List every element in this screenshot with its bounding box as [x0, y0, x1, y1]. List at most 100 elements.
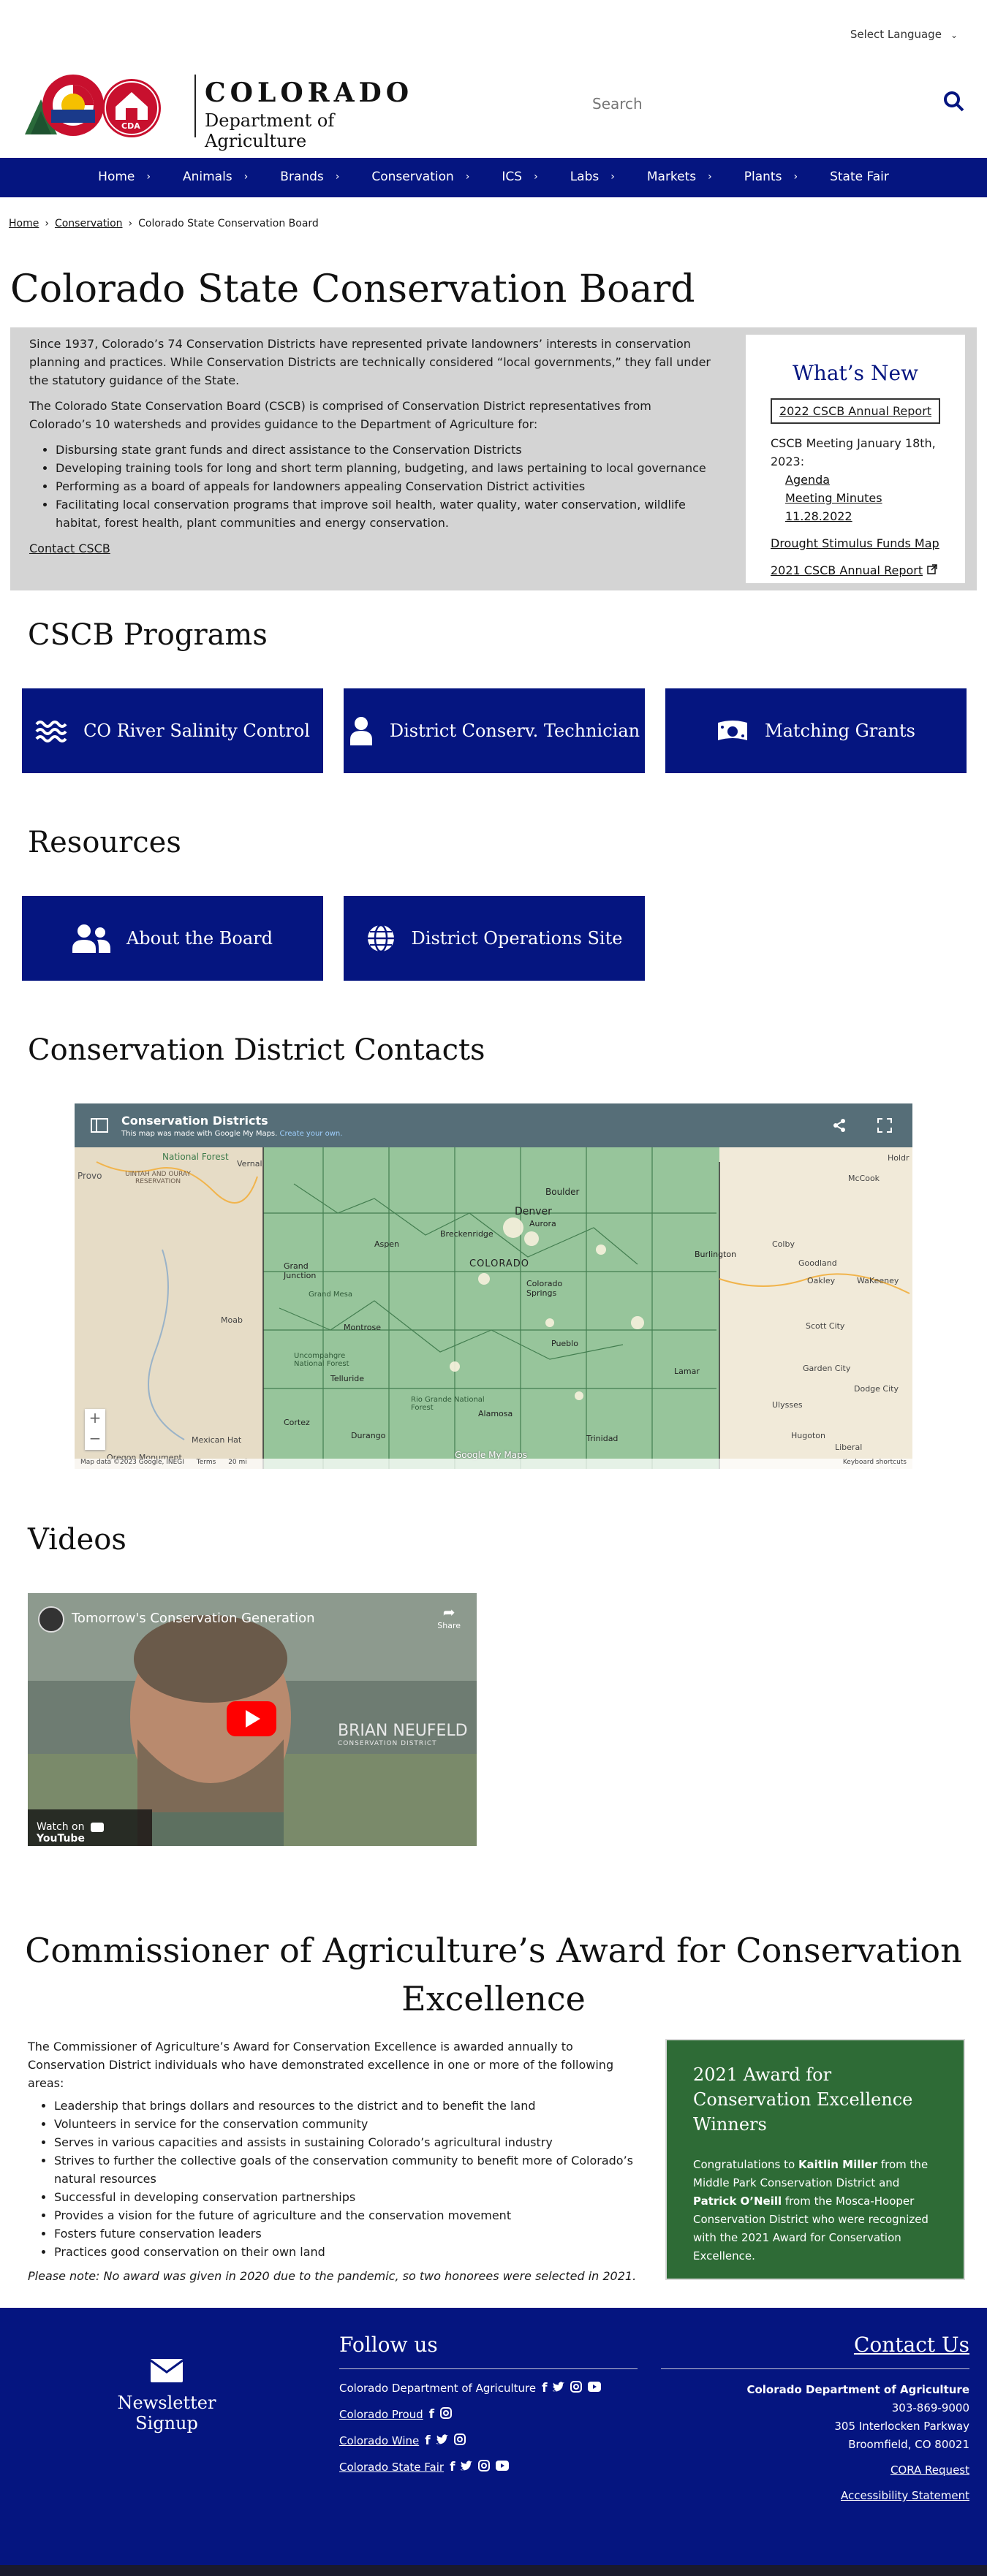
share-icon[interactable] — [832, 1118, 847, 1136]
annual-report-2021-link[interactable]: 2021 CSCB Annual Report — [771, 561, 923, 580]
meeting-minutes-link[interactable]: Meeting Minutes 11.28.2022 — [785, 489, 940, 525]
breadcrumb-home[interactable]: Home — [9, 218, 39, 229]
list-item: Volunteers in service for the conservati… — [54, 2115, 642, 2133]
award-intro: The Commissioner of Agriculture’s Award … — [28, 2040, 614, 2090]
annual-report-2022-button[interactable]: 2022 CSCB Annual Report — [771, 398, 940, 424]
contact-title: Contact Us — [661, 2333, 969, 2369]
contact-us-link[interactable]: Contact Us — [854, 2333, 969, 2357]
resource-card-about-board[interactable]: About the Board — [22, 896, 323, 981]
twitter-icon[interactable] — [553, 2382, 565, 2395]
list-item: Disbursing state grant funds and direct … — [56, 441, 716, 459]
newsletter-label: Newsletter Signup — [117, 2393, 216, 2433]
resource-card-operations[interactable]: District Operations Site — [344, 896, 645, 981]
map-label: Grand Junction — [284, 1261, 317, 1280]
social-row-proud: Colorado Proud f — [339, 2407, 638, 2422]
program-card-label: District Conserv. Technician — [389, 721, 640, 741]
nav-item-ics[interactable]: ICS › — [502, 170, 537, 184]
channel-avatar[interactable] — [38, 1606, 64, 1633]
twitter-icon[interactable] — [436, 2434, 448, 2447]
whats-new-panel: What’s New 2022 CSCB Annual Report CSCB … — [746, 335, 965, 583]
language-label: Select Language — [850, 28, 942, 41]
instagram-icon[interactable] — [570, 2381, 583, 2395]
video-title[interactable]: Tomorrow's Conservation Generation — [72, 1611, 315, 1626]
nav-item-labs[interactable]: Labs › — [570, 170, 615, 184]
program-card-label: CO River Salinity Control — [83, 721, 310, 741]
instagram-icon[interactable] — [440, 2407, 453, 2422]
drought-funds-map-link[interactable]: Drought Stimulus Funds Map — [771, 534, 940, 552]
org-phone: 303-869-9000 — [891, 2401, 969, 2414]
create-map-link[interactable]: Create your own. — [280, 1130, 343, 1138]
contact-cscb-link[interactable]: Contact CSCB — [29, 542, 110, 555]
map-label: Mexican Hat — [192, 1435, 242, 1445]
facebook-icon[interactable]: f — [425, 2433, 430, 2448]
nav-item-state-fair[interactable]: State Fair — [830, 170, 889, 184]
globe-icon — [366, 924, 396, 953]
districts-map[interactable]: Conservation Districts This map was made… — [75, 1103, 912, 1469]
map-label: WaKeeney — [857, 1276, 899, 1285]
agenda-link[interactable]: Agenda — [785, 471, 940, 489]
cora-request-link[interactable]: CORA Request — [890, 2463, 969, 2477]
facebook-icon[interactable]: f — [450, 2460, 455, 2474]
social-row-state-fair: Colorado State Fair f — [339, 2460, 638, 2474]
watch-on-youtube[interactable]: Watch on YouTube — [28, 1809, 152, 1846]
list-item: Practices good conservation on their own… — [54, 2243, 642, 2261]
newsletter-signup[interactable]: Newsletter Signup — [86, 2359, 247, 2433]
play-button[interactable] — [227, 1701, 276, 1736]
colorado-state-fair-link[interactable]: Colorado State Fair — [339, 2461, 444, 2474]
zoom-in-icon[interactable]: + — [85, 1409, 105, 1429]
map-label: Goodland — [798, 1258, 837, 1268]
program-card-salinity[interactable]: CO River Salinity Control — [22, 688, 323, 773]
search-input[interactable] — [585, 88, 921, 120]
map-label: Ulysses — [772, 1400, 803, 1410]
footer-bottom-bar — [0, 2565, 987, 2576]
share-button[interactable]: ➦ Share — [437, 1603, 461, 1630]
twitter-icon[interactable] — [461, 2461, 473, 2474]
chevron-right-icon: › — [534, 171, 538, 183]
language-selector[interactable]: Select Language ⌄ — [850, 28, 958, 41]
youtube-logo-icon — [90, 1822, 104, 1832]
map-legend-icon[interactable] — [91, 1118, 108, 1136]
fullscreen-icon[interactable] — [877, 1118, 892, 1136]
video-player[interactable]: Tomorrow's Conservation Generation ➦ Sha… — [28, 1593, 477, 1846]
youtube-icon[interactable] — [496, 2461, 510, 2474]
nav-item-markets[interactable]: Markets › — [647, 170, 712, 184]
map-label: Telluride — [330, 1374, 365, 1383]
intro-paragraph-2: The Colorado State Conservation Board (C… — [29, 399, 651, 431]
site-logo[interactable]: COLORADO Department of Agriculture CDA — [22, 70, 409, 151]
nav-item-plants[interactable]: Plants › — [744, 170, 798, 184]
nav-item-home[interactable]: Home › — [98, 170, 151, 184]
program-card-grants[interactable]: Matching Grants — [665, 688, 967, 773]
org-address-2: Broomfield, CO 80021 — [848, 2438, 969, 2451]
colorado-proud-link[interactable]: Colorado Proud — [339, 2408, 423, 2421]
zoom-out-icon[interactable]: − — [85, 1429, 105, 1450]
facebook-icon[interactable]: f — [542, 2381, 547, 2395]
meeting-text: CSCB Meeting January 18th, 2023: — [771, 436, 936, 468]
program-card-technician[interactable]: District Conserv. Technician — [344, 688, 645, 773]
nav-item-brands[interactable]: Brands › — [280, 170, 339, 184]
nav-item-conservation[interactable]: Conservation › — [371, 170, 469, 184]
chevron-right-icon: › — [243, 171, 249, 183]
instagram-icon[interactable] — [478, 2460, 491, 2474]
list-item: Performing as a board of appeals for lan… — [56, 477, 716, 495]
breadcrumb-conservation[interactable]: Conservation — [55, 218, 123, 229]
search-icon[interactable] — [943, 91, 965, 115]
facebook-icon[interactable]: f — [429, 2407, 434, 2422]
site-footer: Newsletter Signup Follow us Colorado Dep… — [0, 2308, 987, 2576]
colorado-wine-link[interactable]: Colorado Wine — [339, 2434, 419, 2447]
social-label: Colorado Department of Agriculture — [339, 2382, 537, 2395]
youtube-icon[interactable] — [588, 2382, 602, 2395]
map-label: Colby — [772, 1239, 795, 1249]
instagram-icon[interactable] — [453, 2433, 466, 2448]
accessibility-statement-link[interactable]: Accessibility Statement — [841, 2489, 969, 2502]
map-label: Holdr — [888, 1153, 910, 1163]
colorado-flag-logo-icon — [25, 75, 161, 137]
award-heading: Commissioner of Agriculture’s Award for … — [25, 1931, 962, 2018]
brand-divider — [194, 75, 196, 137]
map-terms-link[interactable]: Terms — [197, 1459, 216, 1466]
keyboard-shortcuts-link[interactable]: Keyboard shortcuts — [843, 1459, 907, 1466]
nav-item-animals[interactable]: Animals › — [183, 170, 248, 184]
chevron-down-icon: ⌄ — [950, 30, 958, 40]
person-icon — [349, 716, 374, 745]
award-winners-box: 2021 Award for Conservation Excellence W… — [665, 2039, 965, 2280]
list-item: Serves in various capacities and assists… — [54, 2133, 642, 2151]
